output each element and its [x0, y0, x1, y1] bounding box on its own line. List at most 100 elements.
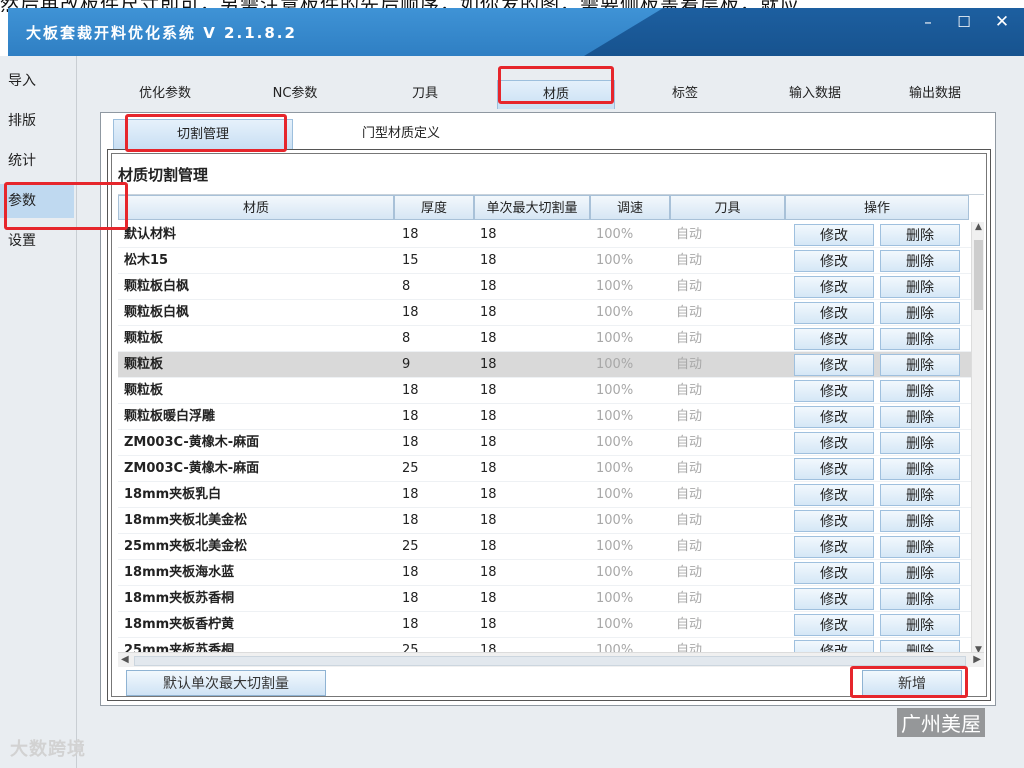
edit-button[interactable]: 修改: [794, 588, 874, 610]
edit-button[interactable]: 修改: [794, 562, 874, 584]
edit-button[interactable]: 修改: [794, 484, 874, 506]
column-header-thickness[interactable]: 厚度: [394, 195, 474, 220]
delete-button[interactable]: 删除: [880, 536, 960, 558]
cell-thickness: 15: [402, 253, 419, 268]
table-row[interactable]: 18mm夹板香柠黄 18 18 100% 自动 修改 删除: [118, 612, 971, 638]
material-panel: 切割管理 门型材质定义 材质切割管理 材质 厚度 单次最大切割量 调速 刀具 操…: [100, 112, 996, 706]
tab-labels[interactable]: 标签: [630, 80, 740, 108]
minimize-button[interactable]: –: [910, 10, 946, 34]
delete-button[interactable]: 删除: [880, 224, 960, 246]
edit-button[interactable]: 修改: [794, 536, 874, 558]
close-button[interactable]: ✕: [984, 10, 1020, 34]
table-row[interactable]: 18mm夹板苏香桐 18 18 100% 自动 修改 删除: [118, 586, 971, 612]
cell-material: 颗粒板暖白浮雕: [124, 409, 216, 424]
delete-button[interactable]: 删除: [880, 562, 960, 584]
tab-output-data[interactable]: 输出数据: [880, 80, 990, 108]
default-max-cut-button[interactable]: 默认单次最大切割量: [126, 670, 326, 696]
delete-button[interactable]: 删除: [880, 484, 960, 506]
scroll-thumb[interactable]: [974, 240, 983, 310]
delete-button[interactable]: 删除: [880, 432, 960, 454]
horizontal-scrollbar[interactable]: ◀ ▶: [118, 652, 984, 667]
cell-material: 颗粒板: [124, 383, 164, 398]
column-header-material[interactable]: 材质: [118, 195, 394, 220]
edit-button[interactable]: 修改: [794, 614, 874, 636]
cell-thickness: 8: [402, 331, 411, 346]
delete-button[interactable]: 删除: [880, 458, 960, 480]
delete-button[interactable]: 删除: [880, 406, 960, 428]
cell-max-cut: 18: [480, 383, 497, 398]
delete-button[interactable]: 删除: [880, 250, 960, 272]
cell-tool: 自动: [676, 435, 703, 450]
table-row[interactable]: 颗粒板白枫 18 18 100% 自动 修改 删除: [118, 300, 971, 326]
edit-button[interactable]: 修改: [794, 432, 874, 454]
tab-nc-params[interactable]: NC参数: [240, 80, 350, 108]
column-header-tool[interactable]: 刀具: [670, 195, 785, 220]
table-row[interactable]: ZM003C-黄橡木-麻面 25 18 100% 自动 修改 删除: [118, 456, 971, 482]
delete-button[interactable]: 删除: [880, 510, 960, 532]
column-header-speed[interactable]: 调速: [590, 195, 670, 220]
column-header-max-cut[interactable]: 单次最大切割量: [474, 195, 590, 220]
scroll-right-icon[interactable]: ▶: [973, 653, 981, 667]
vertical-scrollbar[interactable]: ▲ ▼: [971, 222, 984, 655]
cell-tool: 自动: [676, 513, 703, 528]
table-row[interactable]: 颗粒板 8 18 100% 自动 修改 删除: [118, 326, 971, 352]
table-row[interactable]: 颗粒板白枫 8 18 100% 自动 修改 删除: [118, 274, 971, 300]
edit-button[interactable]: 修改: [794, 328, 874, 350]
scroll-up-icon[interactable]: ▲: [972, 222, 984, 232]
sidebar-item-import[interactable]: 导入: [0, 64, 74, 98]
table-row[interactable]: 18mm夹板乳白 18 18 100% 自动 修改 删除: [118, 482, 971, 508]
delete-button[interactable]: 删除: [880, 354, 960, 376]
delete-button[interactable]: 删除: [880, 302, 960, 324]
scroll-left-icon[interactable]: ◀: [121, 653, 129, 667]
table-row[interactable]: 18mm夹板北美金松 18 18 100% 自动 修改 删除: [118, 508, 971, 534]
column-header-action[interactable]: 操作: [785, 195, 969, 220]
sidebar-item-layout[interactable]: 排版: [0, 104, 74, 138]
edit-button[interactable]: 修改: [794, 250, 874, 272]
table-row-selected[interactable]: 颗粒板 9 18 100% 自动 修改 删除: [118, 352, 971, 378]
subtab-door-material[interactable]: 门型材质定义: [311, 119, 491, 149]
table-row[interactable]: 颗粒板 18 18 100% 自动 修改 删除: [118, 378, 971, 404]
cell-max-cut: 18: [480, 331, 497, 346]
maximize-button[interactable]: ☐: [946, 10, 982, 34]
cell-max-cut: 18: [480, 409, 497, 424]
cell-thickness: 25: [402, 539, 419, 554]
sidebar-item-parameters[interactable]: 参数: [0, 184, 74, 218]
edit-button[interactable]: 修改: [794, 458, 874, 480]
edit-button[interactable]: 修改: [794, 510, 874, 532]
cell-speed: 100%: [596, 461, 634, 476]
cell-max-cut: 18: [480, 539, 497, 554]
cell-thickness: 18: [402, 487, 419, 502]
edit-button[interactable]: 修改: [794, 224, 874, 246]
table-row[interactable]: 默认材料 18 18 100% 自动 修改 删除: [118, 222, 971, 248]
table-row[interactable]: 18mm夹板海水蓝 18 18 100% 自动 修改 删除: [118, 560, 971, 586]
add-button[interactable]: 新增: [862, 670, 962, 696]
delete-button[interactable]: 删除: [880, 328, 960, 350]
tab-tools[interactable]: 刀具: [370, 80, 480, 108]
tab-material[interactable]: 材质: [497, 80, 615, 109]
subtab-cut-management[interactable]: 切割管理: [113, 119, 293, 151]
sidebar-item-settings[interactable]: 设置: [0, 224, 74, 258]
delete-button[interactable]: 删除: [880, 380, 960, 402]
title-bar: 大板套裁开料优化系统 V 2.1.8.2 – ☐ ✕: [8, 8, 1024, 56]
cell-speed: 100%: [596, 331, 634, 346]
delete-button[interactable]: 删除: [880, 276, 960, 298]
table-body: 默认材料 18 18 100% 自动 修改 删除 松木15 15 18 100%…: [118, 222, 971, 655]
table-row[interactable]: 25mm夹板北美金松 25 18 100% 自动 修改 删除: [118, 534, 971, 560]
table-row[interactable]: 松木15 15 18 100% 自动 修改 删除: [118, 248, 971, 274]
tab-optimize-params[interactable]: 优化参数: [110, 80, 220, 108]
table-row[interactable]: ZM003C-黄橡木-麻面 18 18 100% 自动 修改 删除: [118, 430, 971, 456]
edit-button[interactable]: 修改: [794, 380, 874, 402]
table-header: 材质 厚度 单次最大切割量 调速 刀具 操作: [118, 195, 971, 221]
edit-button[interactable]: 修改: [794, 276, 874, 298]
delete-button[interactable]: 删除: [880, 588, 960, 610]
delete-button[interactable]: 删除: [880, 614, 960, 636]
edit-button[interactable]: 修改: [794, 354, 874, 376]
edit-button[interactable]: 修改: [794, 406, 874, 428]
hscroll-thumb[interactable]: [134, 656, 966, 666]
table-row[interactable]: 颗粒板暖白浮雕 18 18 100% 自动 修改 删除: [118, 404, 971, 430]
tab-input-data[interactable]: 输入数据: [760, 80, 870, 108]
material-table: 材质 厚度 单次最大切割量 调速 刀具 操作 默认材料 18 18 100% 自…: [118, 194, 984, 655]
cell-speed: 100%: [596, 435, 634, 450]
edit-button[interactable]: 修改: [794, 302, 874, 324]
sidebar-item-statistics[interactable]: 统计: [0, 144, 74, 178]
